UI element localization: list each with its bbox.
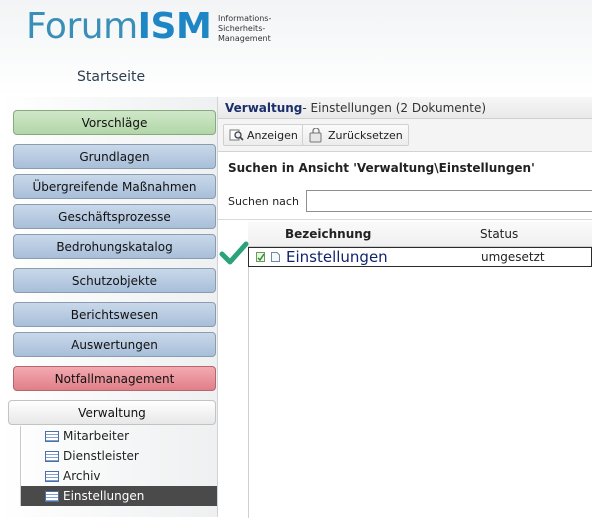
logo-subtitle: Informations- Sicherheits- Management	[218, 14, 271, 44]
logo-subtitle-line-1: Informations-	[218, 14, 272, 23]
subnav-label: Mitarbeiter	[63, 429, 130, 443]
view-list-icon	[45, 470, 59, 482]
action-bar: Anzeigen Zurücksetzen	[218, 119, 592, 152]
view-title-category: Verwaltung	[225, 100, 303, 115]
view-title: Verwaltung - Einstellungen (2 Dokumente)	[218, 97, 592, 119]
nav-auswertungen[interactable]: Auswertungen	[13, 332, 216, 357]
edit-document-icon	[256, 252, 265, 262]
sidebar: Vorschläge Grundlagen Übergreifende Maßn…	[0, 97, 218, 517]
table-gutter-divider	[248, 246, 249, 518]
nav-notfallmanagement[interactable]: Notfallmanagement	[13, 366, 216, 391]
magnifier-icon	[229, 129, 244, 141]
nav-grundlagen[interactable]: Grundlagen	[13, 144, 216, 169]
table-row[interactable]: Einstellungen umgesetzt	[248, 247, 592, 267]
logo-subtitle-line-3: Management	[218, 34, 271, 43]
app-header: ForumISM Informations- Sicherheits- Mana…	[0, 0, 592, 96]
subnav-archiv[interactable]: Archiv	[21, 466, 217, 486]
subnav-label: Archiv	[63, 469, 101, 483]
verwaltung-subnav: Mitarbeiter Dienstleister Archiv Einstel…	[20, 426, 217, 506]
show-button[interactable]: Anzeigen	[223, 124, 304, 146]
view-list-icon	[45, 450, 59, 462]
subnav-label: Dienstleister	[63, 449, 139, 463]
nav-berichtswesen[interactable]: Berichtswesen	[13, 302, 216, 327]
column-header-status[interactable]: Status	[480, 224, 518, 244]
reset-button-label: Zurücksetzen	[328, 128, 403, 142]
view-title-detail: - Einstellungen (2 Dokumente)	[302, 100, 487, 115]
logo-subtitle-line-2: Sicherheits-	[218, 24, 266, 33]
home-link[interactable]: Startseite	[77, 69, 145, 85]
row-status: umgesetzt	[481, 250, 545, 264]
nav-uebergreifende-massnahmen[interactable]: Übergreifende Maßnahmen	[13, 174, 216, 199]
nav-bedrohungskatalog[interactable]: Bedrohungskatalog	[13, 234, 216, 259]
subnav-mitarbeiter[interactable]: Mitarbeiter	[21, 426, 217, 446]
logo-text-forum: Forum	[26, 6, 138, 47]
nav-vorschlaege[interactable]: Vorschläge	[13, 110, 216, 135]
view-list-icon	[45, 490, 59, 502]
column-header-bezeichnung[interactable]: Bezeichnung	[285, 224, 371, 244]
forumism-logo: ForumISM	[26, 6, 212, 47]
search-label: Suchen nach	[228, 195, 299, 208]
subnav-einstellungen[interactable]: Einstellungen	[21, 486, 217, 506]
subnav-label: Einstellungen	[63, 489, 145, 503]
reset-icon	[309, 127, 322, 142]
search-input[interactable]	[306, 190, 592, 212]
search-heading: Suchen in Ansicht 'Verwaltung\Einstellun…	[228, 161, 535, 175]
row-title-link[interactable]: Einstellungen	[286, 248, 388, 266]
document-table: Bezeichnung Status Einstellungen umgeset…	[218, 219, 592, 518]
nav-verwaltung[interactable]: Verwaltung	[8, 400, 216, 425]
nav-schutzobjekte[interactable]: Schutzobjekte	[13, 268, 216, 293]
nav-geschaeftsprozesse[interactable]: Geschäftsprozesse	[13, 204, 216, 229]
main-content: Verwaltung - Einstellungen (2 Dokumente)…	[218, 97, 592, 518]
reset-button[interactable]: Zurücksetzen	[302, 124, 409, 146]
show-button-label: Anzeigen	[247, 128, 298, 142]
document-icon	[271, 252, 280, 262]
logo-text-ism: ISM	[137, 6, 212, 47]
view-list-icon	[45, 430, 59, 442]
subnav-dienstleister[interactable]: Dienstleister	[21, 446, 217, 466]
checkmark-icon	[219, 241, 249, 265]
